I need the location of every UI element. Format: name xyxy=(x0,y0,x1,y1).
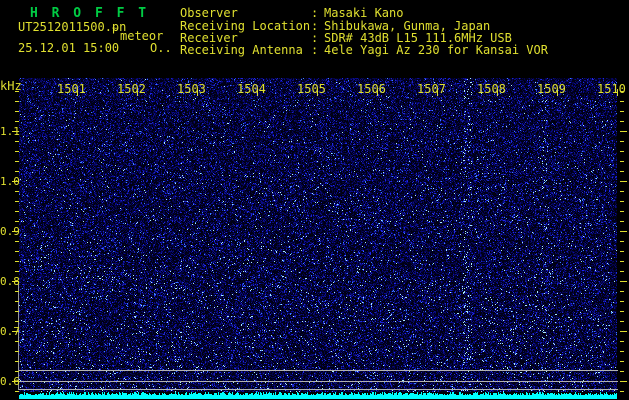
y-minor-tick-right xyxy=(620,261,624,262)
y-minor-tick xyxy=(15,311,19,312)
x-tick-label: 1508 xyxy=(477,82,506,96)
y-major-tick-right xyxy=(620,281,627,282)
x-tick-mark xyxy=(257,89,258,96)
y-major-tick-right xyxy=(620,131,627,132)
y-major-tick xyxy=(12,331,19,332)
reference-line-middle xyxy=(19,381,618,382)
y-minor-tick-right xyxy=(620,111,624,112)
y-minor-tick xyxy=(15,321,19,322)
y-minor-tick-right xyxy=(620,341,624,342)
x-tick-mark xyxy=(497,89,498,96)
x-tick-label: 1509 xyxy=(537,82,566,96)
x-tick-mark xyxy=(557,89,558,96)
spectrogram-canvas xyxy=(19,78,617,393)
reference-line-upper xyxy=(19,370,618,371)
y-minor-tick-right xyxy=(620,121,624,122)
y-major-tick-right xyxy=(620,231,627,232)
x-tick-mark xyxy=(137,89,138,96)
x-tick-label: 1510 xyxy=(597,82,626,96)
y-minor-tick xyxy=(15,291,19,292)
app-title: H R O F F T xyxy=(30,6,149,21)
info-colon: : xyxy=(311,6,318,20)
x-tick-label: 1506 xyxy=(357,82,386,96)
y-minor-tick xyxy=(15,251,19,252)
x-tick-label: 1504 xyxy=(237,82,266,96)
y-minor-tick-right xyxy=(620,311,624,312)
y-minor-tick-right xyxy=(620,241,624,242)
info-colon: : xyxy=(311,43,318,57)
y-minor-tick-right xyxy=(620,271,624,272)
y-minor-tick xyxy=(15,271,19,272)
y-minor-tick-right xyxy=(620,141,624,142)
hrofft-window: H R O F F T UT2512011500.pn ~ meteor 25.… xyxy=(0,0,629,400)
y-minor-tick xyxy=(15,121,19,122)
y-major-tick-right xyxy=(620,181,627,182)
y-major-tick xyxy=(12,131,19,132)
y-major-tick-right xyxy=(620,381,627,382)
y-minor-tick xyxy=(15,91,19,92)
y-minor-tick-right xyxy=(620,151,624,152)
y-minor-tick xyxy=(15,111,19,112)
signal-level-canvas xyxy=(19,392,617,400)
y-minor-tick-right xyxy=(620,391,624,392)
y-minor-tick-right xyxy=(620,201,624,202)
y-major-tick-right xyxy=(620,331,627,332)
y-minor-tick xyxy=(15,151,19,152)
y-minor-tick-right xyxy=(620,251,624,252)
y-major-tick xyxy=(12,231,19,232)
y-major-tick xyxy=(12,181,19,182)
x-tick-mark xyxy=(77,89,78,96)
y-minor-tick-right xyxy=(620,321,624,322)
y-minor-tick-right xyxy=(620,351,624,352)
y-minor-tick-right xyxy=(620,221,624,222)
reference-line-lower xyxy=(19,389,618,390)
y-minor-tick-right xyxy=(620,371,624,372)
y-minor-tick-right xyxy=(620,101,624,102)
y-minor-tick xyxy=(15,391,19,392)
y-minor-tick-right xyxy=(620,361,624,362)
y-minor-tick-right xyxy=(620,91,624,92)
y-minor-tick xyxy=(15,361,19,362)
x-tick-mark xyxy=(437,89,438,96)
y-minor-tick xyxy=(15,211,19,212)
x-tick-label: 1503 xyxy=(177,82,206,96)
x-tick-label: 1502 xyxy=(117,82,146,96)
info-value-observer: Masaki Kano xyxy=(324,6,403,20)
y-minor-tick xyxy=(15,241,19,242)
status-indicator: O.. xyxy=(150,41,172,55)
x-tick-mark xyxy=(617,89,618,96)
y-minor-tick xyxy=(15,171,19,172)
y-minor-tick xyxy=(15,301,19,302)
info-value-antenna: 4ele Yagi Az 230 for Kansai VOR xyxy=(324,43,548,57)
info-label-antenna: Receiving Antenna xyxy=(180,43,303,57)
y-minor-tick xyxy=(15,101,19,102)
y-minor-tick xyxy=(15,201,19,202)
y-minor-tick-right xyxy=(620,171,624,172)
y-minor-tick xyxy=(15,261,19,262)
y-minor-tick-right xyxy=(620,291,624,292)
y-minor-tick xyxy=(15,341,19,342)
y-minor-tick-right xyxy=(620,301,624,302)
y-major-tick xyxy=(12,281,19,282)
x-tick-label: 1505 xyxy=(297,82,326,96)
x-tick-mark xyxy=(377,89,378,96)
datetime-label: 25.12.01 15:00 xyxy=(18,41,119,55)
x-tick-label: 1507 xyxy=(417,82,446,96)
filename-label: UT2512011500.pn xyxy=(18,20,126,34)
x-tick-mark xyxy=(317,89,318,96)
x-tick-label: 1501 xyxy=(57,82,86,96)
info-label-observer: Observer xyxy=(180,6,238,20)
y-minor-tick xyxy=(15,221,19,222)
x-tick-mark xyxy=(197,89,198,96)
y-minor-tick xyxy=(15,351,19,352)
y-minor-tick xyxy=(15,161,19,162)
y-minor-tick-right xyxy=(620,211,624,212)
filename-clipped-char: ~ xyxy=(112,24,117,34)
y-minor-tick-right xyxy=(620,191,624,192)
y-minor-tick-right xyxy=(620,161,624,162)
y-minor-tick xyxy=(15,191,19,192)
y-major-tick xyxy=(12,381,19,382)
y-minor-tick xyxy=(15,141,19,142)
y-minor-tick xyxy=(15,371,19,372)
